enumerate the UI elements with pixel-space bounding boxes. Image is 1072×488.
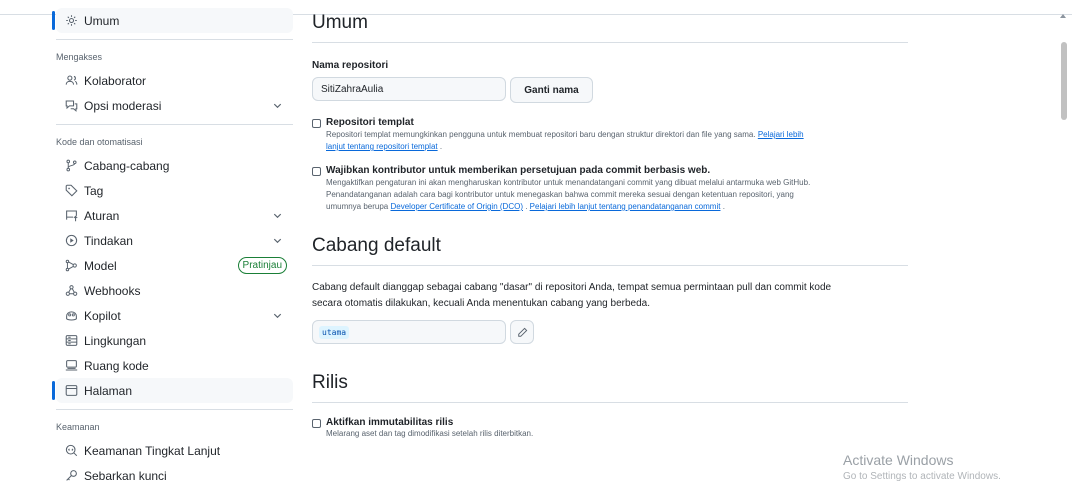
tag-icon <box>64 184 78 198</box>
sidebar-item-collaborators[interactable]: Kolaborator <box>56 68 293 93</box>
sidebar-item-label: Keamanan Tingkat Lanjut <box>84 443 221 458</box>
gear-icon <box>64 14 78 28</box>
chevron-down-icon <box>273 103 282 109</box>
sidebar-item-tags[interactable]: Tag <box>56 178 293 203</box>
section-heading-security: Keamanan <box>56 422 100 432</box>
comment-discussion-icon <box>64 99 78 113</box>
sidebar-item-label: Umum <box>84 13 120 28</box>
settings-sidebar: Umum Mengakses Kolaborator Opsi moderasi… <box>52 8 293 488</box>
sidebar-item-general[interactable]: Umum <box>52 8 293 33</box>
signoff-note-line1: Mengaktifkan pengaturan ini akan menghar… <box>326 178 811 187</box>
sidebar-item-label: Sebarkan kunci <box>84 468 167 483</box>
sidebar-item-pages[interactable]: Halaman <box>52 378 293 403</box>
sidebar-item-label: Webhooks <box>84 283 141 298</box>
immutable-releases-note: Melarang aset dan tag dimodifikasi setel… <box>326 429 534 438</box>
pencil-icon <box>517 327 527 337</box>
section-heading-code: Kode dan otomatisasi <box>56 137 143 147</box>
immutable-releases-checkbox[interactable] <box>312 419 321 428</box>
people-icon <box>64 74 78 88</box>
dco-link[interactable]: Developer Certificate of Origin (DCO) <box>391 202 523 211</box>
chevron-down-icon <box>273 313 282 319</box>
repo-name-value: SitiZahraAulia <box>321 83 384 95</box>
signoff-title: Wajibkan kontributor untuk memberikan pe… <box>326 165 711 176</box>
play-icon <box>64 234 78 248</box>
chevron-down-icon <box>273 213 282 219</box>
releases-heading: Rilis <box>312 372 908 403</box>
sidebar-item-label: Opsi moderasi <box>84 98 162 113</box>
edit-default-branch-button[interactable] <box>510 320 534 344</box>
sidebar-item-models[interactable]: Model Pratinjau <box>56 253 293 278</box>
template-title: Repositori templat <box>326 117 414 128</box>
divider <box>56 39 293 40</box>
signoff-learn-link[interactable]: Pelajari lebih lanjut tentang penandatan… <box>530 202 721 211</box>
preview-badge: Pratinjau <box>237 257 287 274</box>
sidebar-item-label: Halaman <box>84 383 133 398</box>
sidebar-item-copilot[interactable]: Kopilot <box>56 303 293 328</box>
rename-button[interactable]: Ganti nama <box>510 77 593 103</box>
sidebar-item-actions[interactable]: Tindakan <box>56 228 293 253</box>
server-icon <box>64 334 78 348</box>
scroll-up-arrow[interactable] <box>1060 14 1066 18</box>
key-icon <box>64 469 78 483</box>
chevron-down-icon <box>273 238 282 244</box>
sidebar-item-webhooks[interactable]: Webhooks <box>56 278 293 303</box>
activate-windows-title: Activate Windows <box>843 452 954 468</box>
template-checkbox[interactable] <box>312 119 321 128</box>
browser-icon <box>64 384 78 398</box>
default-branch-value: utama <box>319 325 350 339</box>
default-branch-text-line2: secara otomatis dilakukan, kecuali Anda … <box>312 298 651 309</box>
section-heading-access: Mengakses <box>56 52 103 62</box>
sidebar-item-environments[interactable]: Lingkungan <box>56 328 293 353</box>
activate-windows-subtitle: Go to Settings to activate Windows. <box>843 471 1001 482</box>
sidebar-item-label: Tag <box>84 183 104 198</box>
default-branch-heading: Cabang default <box>312 235 908 266</box>
divider <box>56 124 293 125</box>
codescan-icon <box>64 444 78 458</box>
sidebar-item-label: Tindakan <box>84 233 133 248</box>
sidebar-item-moderation[interactable]: Opsi moderasi <box>56 93 293 118</box>
model-icon <box>64 259 78 273</box>
codespaces-icon <box>64 359 78 373</box>
repo-push-icon <box>64 209 78 223</box>
sidebar-item-label: Lingkungan <box>84 333 147 348</box>
divider <box>56 409 293 410</box>
sidebar-item-label: Ruang kode <box>84 358 149 373</box>
sidebar-item-label: Cabang-cabang <box>84 158 170 173</box>
signoff-note-line2: Penandatanganan adalah cara bagi kontrib… <box>326 190 794 199</box>
sidebar-item-label: Kopilot <box>84 308 121 323</box>
template-note: Repositori templat memungkinkan pengguna… <box>326 130 756 139</box>
immutable-releases-title: Aktifkan immutabilitas rilis <box>326 417 454 428</box>
sidebar-item-codespaces[interactable]: Ruang kode <box>56 353 293 378</box>
sidebar-item-advanced-security[interactable]: Keamanan Tingkat Lanjut <box>56 438 293 463</box>
signoff-checkbox[interactable] <box>312 167 321 176</box>
scrollbar-thumb[interactable] <box>1061 42 1067 120</box>
webhook-icon <box>64 284 78 298</box>
default-branch-text-line1: Cabang default dianggap sebagai cabang "… <box>312 282 832 293</box>
repo-name-input[interactable]: SitiZahraAulia <box>312 77 506 101</box>
copilot-icon <box>64 309 78 323</box>
settings-main: Umum Nama repositori SitiZahraAulia Gant… <box>312 8 908 440</box>
template-learn-link-part2[interactable]: lanjut tentang repositori templat <box>326 142 438 151</box>
repo-name-label: Nama repositori <box>312 60 389 71</box>
sidebar-item-deploy-keys[interactable]: Sebarkan kunci <box>56 463 293 488</box>
general-heading: Umum <box>312 12 908 43</box>
sidebar-item-label: Model <box>84 258 117 273</box>
sidebar-item-label: Aturan <box>84 208 120 223</box>
default-branch-field: utama <box>312 320 506 344</box>
sidebar-item-rules[interactable]: Aturan <box>56 203 293 228</box>
sidebar-item-label: Kolaborator <box>84 73 147 88</box>
sidebar-item-branches[interactable]: Cabang-cabang <box>56 153 293 178</box>
git-branch-icon <box>64 159 78 173</box>
template-learn-link-part1[interactable]: Pelajari lebih <box>758 130 804 139</box>
signoff-note-line3: umumnya berupa <box>326 202 389 211</box>
